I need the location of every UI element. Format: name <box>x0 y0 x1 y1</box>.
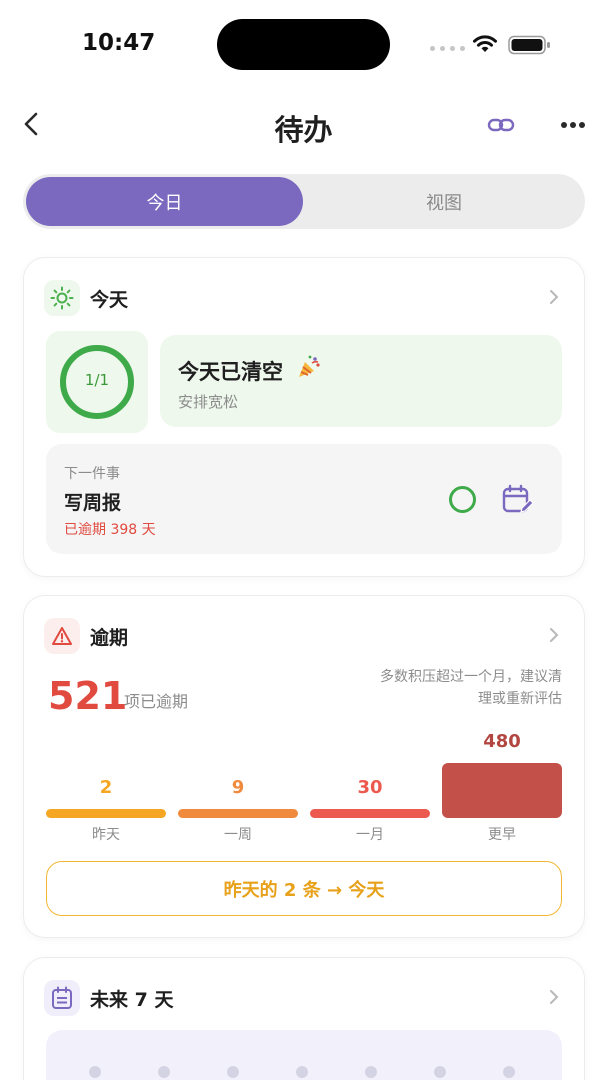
progress-ring: 1/1 <box>46 331 148 433</box>
next-task-label: 下一件事 <box>64 466 120 482</box>
chevron-right-icon[interactable] <box>548 988 560 1006</box>
tab-today[interactable]: 今日 <box>26 177 303 226</box>
bar-category-label: 更早 <box>488 827 516 843</box>
overdue-card-header: 逾期 <box>44 618 128 654</box>
bar-column: 2 昨天 <box>46 726 166 846</box>
chevron-right-icon[interactable] <box>548 626 560 644</box>
overdue-advice: 多数积压超过一个月，建议清理或重新评估 <box>380 669 562 707</box>
sun-icon <box>44 280 80 316</box>
day-dot <box>503 1066 515 1078</box>
reschedule-calendar-icon[interactable] <box>501 484 535 516</box>
chevron-right-icon[interactable] <box>548 288 560 306</box>
day-dot <box>89 1066 101 1078</box>
progress-label: 1/1 <box>84 371 110 389</box>
battery-icon <box>508 35 550 55</box>
bar-column: 480 更早 <box>442 726 562 846</box>
overdue-card-title: 逾期 <box>90 626 129 649</box>
bar-category-label: 一月 <box>356 827 384 843</box>
cellular-signal-icon <box>430 46 465 51</box>
day-dot <box>227 1066 239 1078</box>
bar <box>46 809 166 818</box>
bar-category-label: 一周 <box>224 827 252 843</box>
bar-value-label: 2 <box>99 777 113 798</box>
today-card-title: 今天 <box>90 288 129 311</box>
more-options-icon[interactable] <box>557 113 589 137</box>
cleared-subtitle: 安排宽松 <box>178 393 239 411</box>
cleared-banner: 今天已清空 安排宽松 <box>160 335 562 427</box>
week-card-title: 未来 7 天 <box>90 988 174 1011</box>
complete-task-checkbox[interactable] <box>449 486 476 513</box>
week-preview <box>46 1030 562 1080</box>
link-icon[interactable] <box>486 113 516 137</box>
day-dot <box>434 1066 446 1078</box>
overdue-count-label: 项已逾期 <box>124 692 189 711</box>
bar <box>310 809 430 818</box>
cleared-title: 今天已清空 <box>178 360 283 384</box>
next-task-overdue: 已逾期 398 天 <box>64 522 156 538</box>
overdue-age-chart: 2 昨天 9 一周 30 一月 480 更早 <box>46 726 562 846</box>
dynamic-island <box>217 19 390 70</box>
next-task-panel[interactable]: 下一件事 写周报 已逾期 398 天 <box>46 444 562 554</box>
overdue-card[interactable]: 逾期 521 项已逾期 多数积压超过一个月，建议清理或重新评估 2 昨天 9 一周 30… <box>23 595 585 938</box>
move-to-today-button[interactable]: 昨天的 2 条 → 今天 <box>46 861 562 916</box>
status-bar: 10:47 <box>0 0 607 90</box>
bar-column: 30 一月 <box>310 726 430 846</box>
bar-category-label: 昨天 <box>92 827 120 843</box>
bar-column: 9 一周 <box>178 726 298 846</box>
next-task-title: 写周报 <box>64 492 122 514</box>
calendar-list-icon <box>44 980 80 1016</box>
tab-views[interactable]: 视图 <box>306 177 582 226</box>
warning-icon <box>44 618 80 654</box>
overdue-count: 521 <box>48 674 128 718</box>
day-dot <box>296 1066 308 1078</box>
wifi-icon <box>473 35 497 52</box>
bar-value-label: 9 <box>231 777 245 798</box>
day-dot <box>365 1066 377 1078</box>
week-card-header: 未来 7 天 <box>44 980 173 1016</box>
bar-value-label: 480 <box>483 731 521 752</box>
day-dot <box>158 1066 170 1078</box>
next-7-days-card[interactable]: 未来 7 天 <box>23 957 585 1080</box>
navigation-bar: 待办 <box>0 95 607 155</box>
bar-value-label: 30 <box>357 777 383 798</box>
view-segmented-control: 今日 视图 <box>23 174 585 229</box>
status-time: 10:47 <box>82 30 156 56</box>
bar <box>442 763 562 818</box>
today-card[interactable]: 今天 1/1 今天已清空 安排宽松 下一件事 写周报 已逾期 398 天 <box>23 257 585 577</box>
party-popper-icon <box>299 355 320 377</box>
bar <box>178 809 298 818</box>
today-card-header: 今天 <box>44 280 128 316</box>
